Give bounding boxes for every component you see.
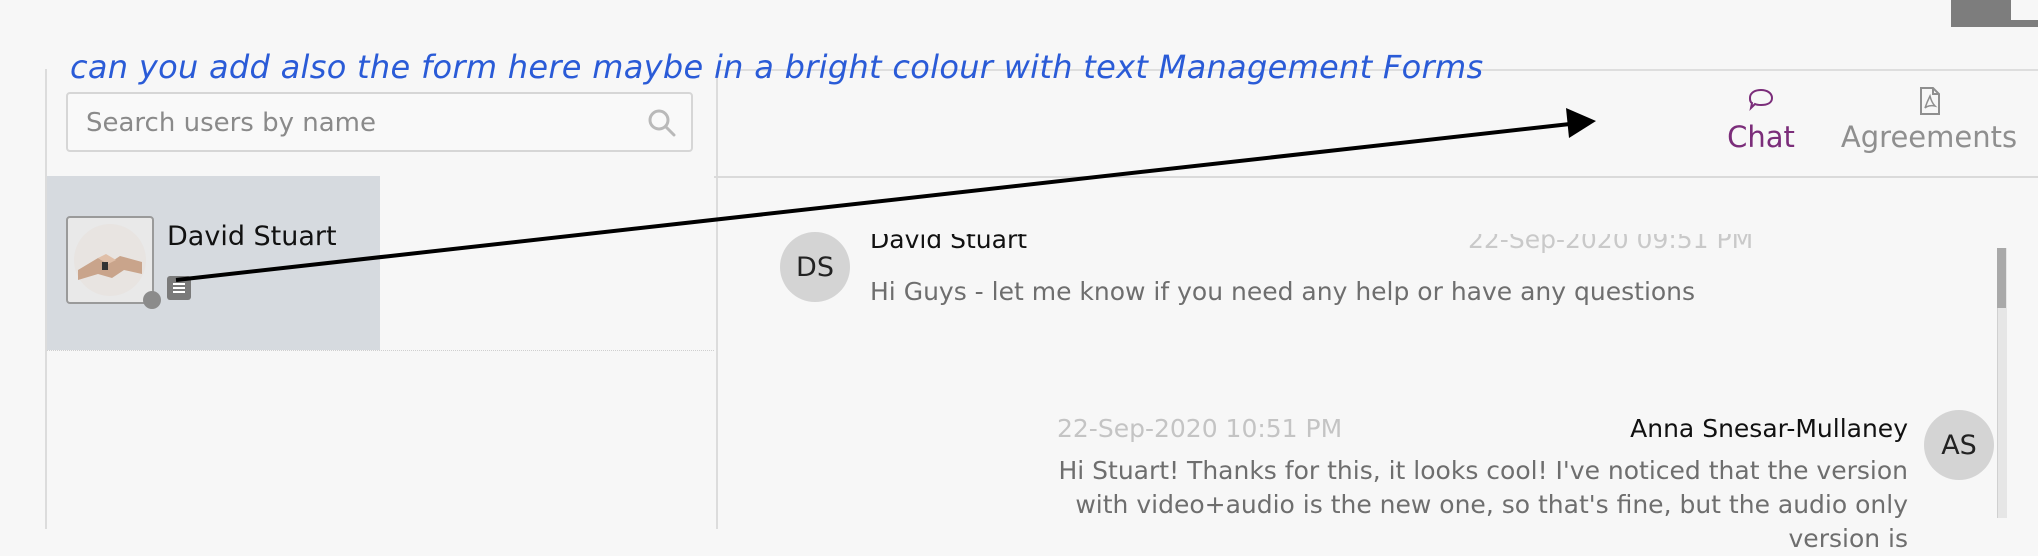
- message-text: Hi Stuart! Thanks for this, it looks coo…: [1058, 456, 1908, 553]
- status-dot: [143, 291, 161, 309]
- message-timestamp-text: 22-Sep-2020 09:51 PM: [1468, 234, 1754, 254]
- pdf-file-icon: [1920, 87, 1940, 115]
- message-avatar: DS: [780, 232, 850, 302]
- tab-agreements-label: Agreements: [1840, 120, 2018, 154]
- message-sender-text: David Stuart: [870, 234, 1028, 254]
- user-avatar[interactable]: [66, 216, 154, 304]
- chat-header-divider: [714, 176, 2038, 178]
- message-sender: Anna Snesar-Mullaney: [1630, 414, 1908, 443]
- message-sender: David Stuart: [870, 234, 1027, 260]
- tab-chat-label: Chat: [1727, 120, 1795, 154]
- user-name: David Stuart: [167, 221, 337, 252]
- document-icon[interactable]: [167, 276, 191, 300]
- window-corner-inner: [2011, 0, 2038, 20]
- message-timestamp: 22-Sep-2020 10:51 PM: [1057, 414, 1343, 443]
- tab-agreements[interactable]: Agreements: [1840, 86, 2018, 154]
- message-avatar: AS: [1924, 410, 1994, 480]
- speech-bubble-icon: [1748, 88, 1774, 112]
- handshake-photo-icon: [74, 224, 146, 296]
- search-input[interactable]: [84, 104, 628, 142]
- chat-scrollbar-thumb[interactable]: [1997, 248, 2006, 308]
- tab-chat[interactable]: Chat: [1716, 86, 1806, 154]
- search-box: [66, 92, 693, 152]
- message-timestamp: 22-Sep-2020 09:51 PM: [1468, 234, 1753, 260]
- search-icon[interactable]: [647, 108, 677, 138]
- message-text: Hi Guys - let me know if you need any he…: [870, 277, 1696, 306]
- annotation-note: can you add also the form here maybe in …: [70, 48, 1484, 86]
- user-list-divider: [47, 350, 714, 351]
